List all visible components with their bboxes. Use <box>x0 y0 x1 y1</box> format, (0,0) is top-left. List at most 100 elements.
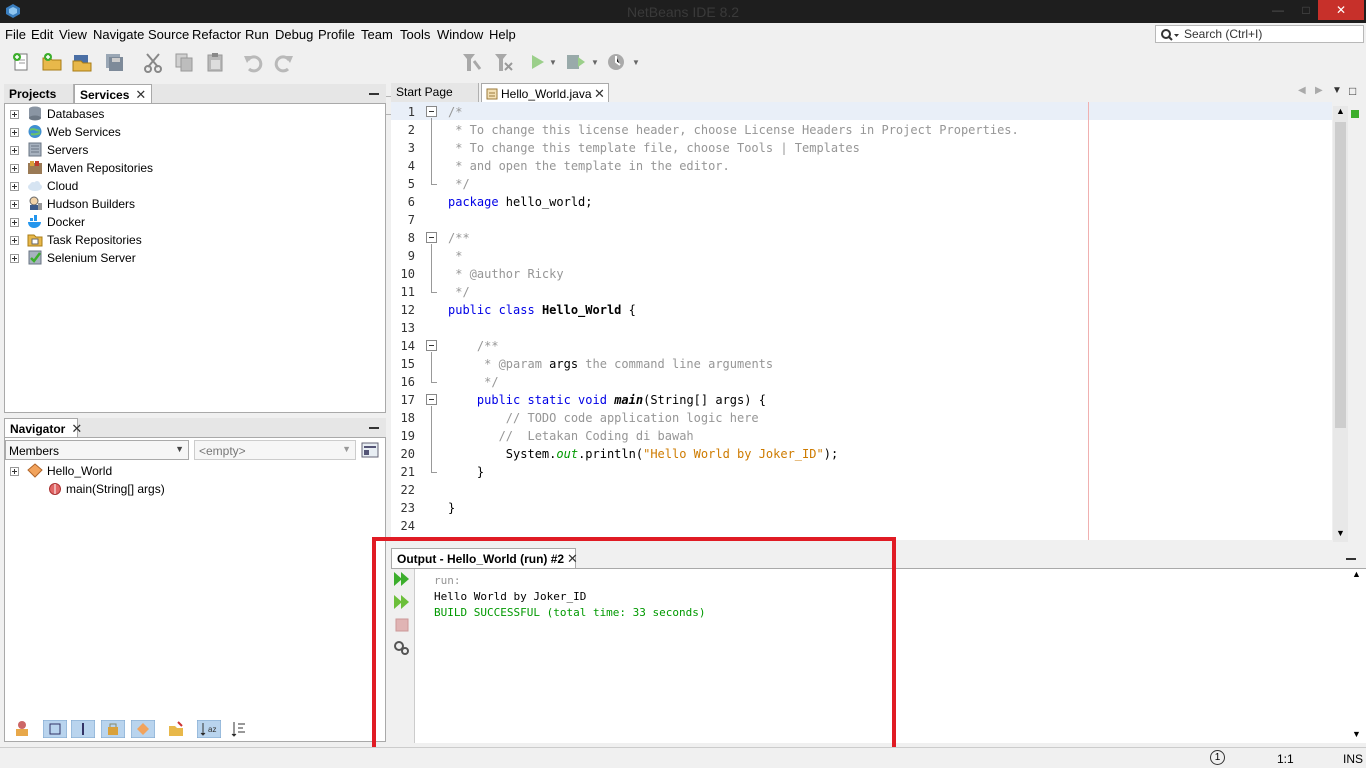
menu-window[interactable]: Window <box>437 27 483 42</box>
menu-refactor[interactable]: Refactor <box>192 27 241 42</box>
line-number: 2 <box>407 123 415 137</box>
expand-icon[interactable] <box>10 200 19 209</box>
close-tab-icon[interactable]: ✕ <box>594 84 605 104</box>
sort-by-type-icon[interactable] <box>229 720 247 738</box>
profile-dropdown-arrow-icon[interactable]: ▼ <box>632 58 640 67</box>
expand-icon[interactable] <box>10 254 19 263</box>
members-filter-select[interactable]: Members ▼ <box>5 440 189 460</box>
minimize-panel-icon[interactable] <box>369 93 379 95</box>
scroll-down-icon[interactable]: ▼ <box>1352 729 1361 739</box>
sort-by-source-icon[interactable] <box>167 720 185 738</box>
output-vertical-scrollbar[interactable]: ▲ ▼ <box>1349 569 1364 743</box>
fold-toggle-icon[interactable] <box>426 232 437 243</box>
maximize-editor-icon[interactable]: □ <box>1349 84 1356 98</box>
minimize-panel-icon[interactable] <box>1346 558 1356 560</box>
scroll-tabs-left-icon[interactable]: ◀ <box>1298 85 1306 96</box>
fold-guide-end <box>431 184 437 185</box>
fold-guide <box>431 406 432 472</box>
code-editor[interactable]: 1 2 3 4 5 6 7 8 9 10 11 12 13 14 15 16 17 18 19 20 21 22 23 24 … <box>391 102 1332 540</box>
search-input[interactable]: Search (Ctrl+I) <box>1155 25 1364 43</box>
tab-projects[interactable]: Projects <box>4 84 74 104</box>
debug-dropdown-arrow-icon[interactable]: ▼ <box>591 58 599 67</box>
menu-team[interactable]: Team <box>361 27 393 42</box>
expand-icon[interactable] <box>10 236 19 245</box>
close-window-button[interactable]: ✕ <box>1318 0 1364 20</box>
tab-start-page[interactable]: Start Page <box>391 83 479 102</box>
close-tab-icon[interactable]: ✕ <box>135 87 146 102</box>
line-number: 3 <box>407 141 415 155</box>
code-line: /** <box>448 339 499 353</box>
scroll-up-icon[interactable]: ▲ <box>1352 569 1361 579</box>
main-toolbar: ▼ ▼ ▼ <box>0 45 1366 115</box>
run-dropdown-arrow-icon[interactable]: ▼ <box>549 58 557 67</box>
chevron-down-icon: ▼ <box>342 444 351 454</box>
expand-icon[interactable] <box>10 182 19 191</box>
copy-icon[interactable] <box>173 51 195 73</box>
highlight-annotation-box <box>372 537 896 757</box>
save-all-icon[interactable] <box>103 51 125 73</box>
hierarchy-view-icon[interactable] <box>361 441 379 459</box>
new-file-icon[interactable] <box>11 51 33 73</box>
tab-services[interactable]: Services ✕ <box>74 84 152 104</box>
build-project-icon[interactable] <box>460 51 482 73</box>
expand-icon[interactable] <box>10 110 19 119</box>
menu-tools[interactable]: Tools <box>400 27 430 42</box>
caret-position: 1:1 <box>1277 752 1294 766</box>
debug-project-icon[interactable] <box>564 51 586 73</box>
menu-run[interactable]: Run <box>245 27 269 42</box>
filter-fields-icon[interactable] <box>43 720 67 738</box>
minimize-panel-icon[interactable] <box>369 427 379 429</box>
fold-toggle-icon[interactable] <box>426 340 437 351</box>
menu-debug[interactable]: Debug <box>275 27 313 42</box>
menu-edit[interactable]: Edit <box>31 27 53 42</box>
show-opened-documents-icon[interactable]: ▼ <box>1332 85 1342 96</box>
fold-guide-end <box>431 292 437 293</box>
secondary-filter-select[interactable]: <empty> ▼ <box>194 440 356 460</box>
secondary-filter-value: <empty> <box>199 444 246 458</box>
scroll-up-icon[interactable]: ▲ <box>1336 106 1345 116</box>
redo-icon[interactable] <box>273 51 295 73</box>
fold-toggle-icon[interactable] <box>426 394 437 405</box>
expand-icon[interactable] <box>10 164 19 173</box>
run-project-icon[interactable] <box>526 51 548 73</box>
filter-inner-icon[interactable] <box>131 720 155 738</box>
menu-view[interactable]: View <box>59 27 87 42</box>
line-number: 21 <box>400 465 415 479</box>
fold-guide <box>431 244 432 292</box>
paste-icon[interactable] <box>204 51 226 73</box>
fold-toggle-icon[interactable] <box>426 106 437 117</box>
scrollbar-thumb[interactable] <box>1335 122 1346 428</box>
editor-vertical-scrollbar[interactable]: ▲ ▼ <box>1333 106 1348 542</box>
servers-icon <box>28 142 42 157</box>
scroll-down-icon[interactable]: ▼ <box>1336 528 1345 538</box>
menu-profile[interactable]: Profile <box>318 27 355 42</box>
tab-navigator[interactable]: Navigator ✕ <box>4 418 82 438</box>
close-tab-icon[interactable]: ✕ <box>71 421 82 436</box>
open-project-icon[interactable] <box>71 51 93 73</box>
menu-source[interactable]: Source <box>148 27 189 42</box>
tab-hello-world-java[interactable]: Hello_World.java ✕ <box>481 83 609 103</box>
profile-project-icon[interactable] <box>605 51 627 73</box>
clean-build-icon[interactable] <box>492 51 514 73</box>
expand-icon[interactable] <box>10 146 19 155</box>
tab-start-page-label: Start Page <box>396 85 453 99</box>
filter-private-icon[interactable] <box>101 720 125 738</box>
filter-static-icon[interactable] <box>71 720 95 738</box>
undo-icon[interactable] <box>242 51 264 73</box>
sort-by-name-icon[interactable]: az <box>197 720 221 738</box>
menu-file[interactable]: File <box>5 27 26 42</box>
notifications-icon[interactable]: 1 <box>1210 750 1225 765</box>
show-inherited-icon[interactable] <box>13 720 31 738</box>
expand-icon[interactable] <box>10 218 19 227</box>
new-project-icon[interactable] <box>41 51 63 73</box>
menu-help[interactable]: Help <box>489 27 516 42</box>
code-line: public class Hello_World { <box>448 303 636 317</box>
line-number: 6 <box>407 195 415 209</box>
cut-icon[interactable] <box>142 51 164 73</box>
menu-navigate[interactable]: Navigate <box>93 27 144 42</box>
line-number: 20 <box>400 447 415 461</box>
expand-icon[interactable] <box>10 128 19 137</box>
collapse-icon[interactable] <box>10 467 19 476</box>
code-line: */ <box>448 375 499 389</box>
scroll-tabs-right-icon[interactable]: ▶ <box>1315 85 1323 96</box>
